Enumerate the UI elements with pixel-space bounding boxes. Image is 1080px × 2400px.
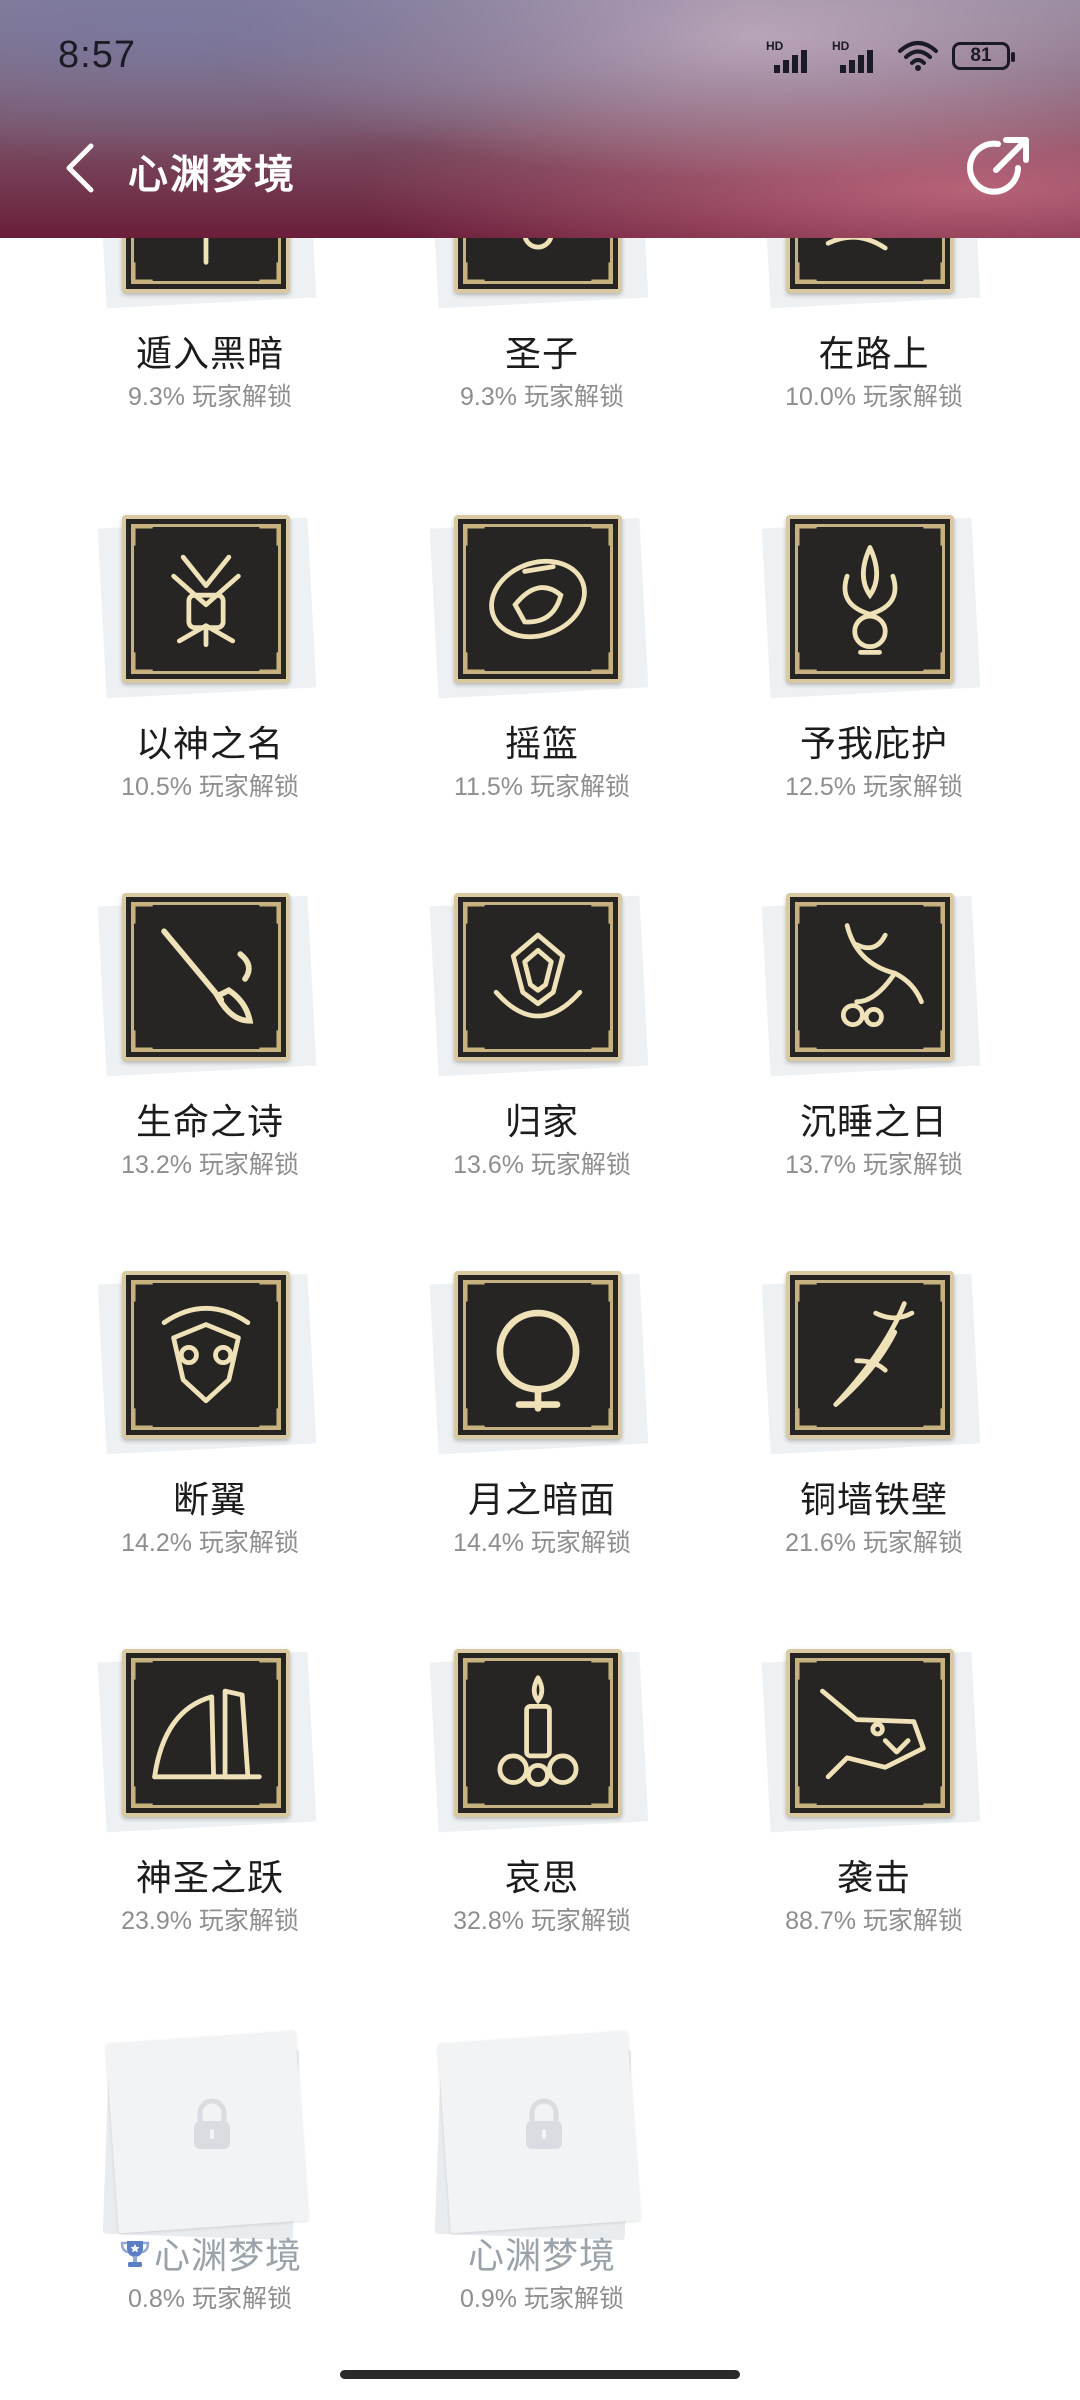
achievement-badge <box>761 893 984 1077</box>
wifi-icon <box>898 41 938 71</box>
achievement-name: 以神之名 <box>135 723 284 764</box>
share-icon <box>967 137 1029 195</box>
achievement-card-locked[interactable]: 心渊梦境 0.9% 玩家解锁 <box>432 2027 652 2327</box>
achievement-name: 予我庇护 <box>799 723 948 764</box>
achievement-card[interactable]: 归家 13.6% 玩家解锁 <box>429 893 652 1193</box>
achievement-unlock-rate: 11.5% 玩家解锁 <box>454 773 630 801</box>
fist-icon <box>122 515 290 683</box>
achievement-card[interactable]: 沉睡之日 13.7% 玩家解锁 <box>761 893 984 1193</box>
achievement-name: 袭击 <box>836 1857 911 1898</box>
achievement-unlock-rate: 88.7% 玩家解锁 <box>785 1907 963 1935</box>
achievement-unlock-rate: 13.7% 玩家解锁 <box>785 1151 963 1179</box>
blade-icon <box>786 1271 954 1439</box>
achievement-badge <box>97 893 320 1077</box>
achievement-name: 归家 <box>504 1101 579 1142</box>
achievement-unlock-rate: 14.2% 玩家解锁 <box>121 1529 299 1557</box>
achievement-unlock-rate: 9.3% 玩家解锁 <box>128 383 292 411</box>
achievement-unlock-rate: 9.3% 玩家解锁 <box>460 383 624 411</box>
app-header: 8:57 HD HD 81 心渊梦境 <box>0 0 1080 238</box>
moon-ring-icon <box>454 1271 622 1439</box>
signal-icon: HD <box>832 39 884 73</box>
home-indicator[interactable] <box>340 2370 740 2379</box>
achievement-badge <box>429 515 652 699</box>
signal-icon: HD <box>766 39 818 73</box>
cradle-icon <box>454 515 622 683</box>
achievement-name: 心渊梦境 <box>467 2235 616 2276</box>
achievement-unlock-rate: 23.9% 玩家解锁 <box>121 1907 299 1935</box>
status-icons: HD HD 81 <box>766 38 1015 74</box>
achievement-unlock-rate: 21.6% 玩家解锁 <box>785 1529 963 1557</box>
achievement-unlock-rate: 32.8% 玩家解锁 <box>453 1907 631 1935</box>
achievement-name: 遁入黑暗 <box>135 333 284 374</box>
achievement-name: 圣子 <box>504 333 579 374</box>
achievement-card-locked[interactable]: 心渊梦境 0.8% 玩家解锁 <box>100 2027 320 2327</box>
achievement-badge <box>761 515 984 699</box>
trophy-icon <box>120 2241 150 2267</box>
lock-icon <box>194 2098 230 2149</box>
lock-icon <box>526 2098 562 2149</box>
status-bar: 8:57 HD HD 81 <box>0 0 1080 110</box>
achievement-name: 沉睡之日 <box>799 1101 948 1142</box>
achievement-badge <box>97 1649 320 1833</box>
battery-level: 81 <box>970 45 992 66</box>
achievement-badge <box>97 1271 320 1455</box>
achievement-card[interactable]: 铜墙铁壁 21.6% 玩家解锁 <box>761 1271 984 1571</box>
crest-icon <box>454 893 622 1061</box>
achievement-name: 摇篮 <box>504 723 579 764</box>
achievement-badge-locked <box>432 2027 652 2241</box>
achievement-unlock-rate: 10.5% 玩家解锁 <box>121 773 299 801</box>
bird-icon <box>786 893 954 1061</box>
page-title: 心渊梦境 <box>128 153 296 197</box>
achievement-card[interactable]: 予我庇护 12.5% 玩家解锁 <box>761 515 984 815</box>
achievement-unlock-rate: 13.2% 玩家解锁 <box>121 1151 299 1179</box>
achievement-name: 月之暗面 <box>467 1479 616 1520</box>
achievement-unlock-rate: 13.6% 玩家解锁 <box>453 1151 631 1179</box>
achievement-card[interactable]: 哀思 32.8% 玩家解锁 <box>429 1649 652 1949</box>
achievement-card[interactable]: 袭击 88.7% 玩家解锁 <box>761 1649 984 1949</box>
achievement-card[interactable]: 断翼 14.2% 玩家解锁 <box>97 1271 320 1571</box>
achievement-name: 铜墙铁壁 <box>799 1479 948 1520</box>
achievement-card[interactable]: 月之暗面 14.4% 玩家解锁 <box>429 1271 652 1571</box>
achievement-name: 神圣之跃 <box>135 1857 284 1898</box>
achievement-name: 心渊梦境 <box>80 2227 340 2279</box>
broken-wing-icon <box>122 1271 290 1439</box>
achievement-card[interactable]: 生命之诗 13.2% 玩家解锁 <box>97 893 320 1193</box>
candle-icon <box>454 1649 622 1817</box>
status-time: 8:57 <box>58 34 136 76</box>
share-button[interactable] <box>960 130 1036 206</box>
achievement-card[interactable]: 神圣之跃 23.9% 玩家解锁 <box>97 1649 320 1949</box>
battery-icon: 81 <box>952 42 1015 70</box>
achievement-unlock-rate: 10.0% 玩家解锁 <box>785 383 963 411</box>
achievement-badge <box>97 515 320 699</box>
chevron-left-icon <box>66 143 94 193</box>
achievement-badge <box>429 893 652 1077</box>
achievement-unlock-rate: 14.4% 玩家解锁 <box>453 1529 631 1557</box>
achievement-badge-locked <box>100 2027 320 2241</box>
achievement-unlock-rate: 0.9% 玩家解锁 <box>460 2285 624 2313</box>
achievement-name: 在路上 <box>818 333 930 374</box>
achievement-name: 哀思 <box>504 1857 579 1898</box>
achievement-unlock-rate: 12.5% 玩家解锁 <box>785 773 963 801</box>
achievement-badge <box>761 1271 984 1455</box>
achievement-name: 断翼 <box>172 1479 247 1520</box>
achievement-badge <box>761 1649 984 1833</box>
achievement-card[interactable]: 摇篮 11.5% 玩家解锁 <box>429 515 652 815</box>
nav-bar: 心渊梦境 <box>0 120 1080 220</box>
achievement-badge <box>429 1271 652 1455</box>
cliff-icon <box>122 1649 290 1817</box>
back-button[interactable] <box>52 138 108 198</box>
achievement-name: 生命之诗 <box>135 1101 284 1142</box>
spirit-icon <box>786 515 954 683</box>
achievement-grid: 遁入黑暗 9.3% 玩家解锁 圣子 9.3% 玩家解锁 在路上 10.0% 玩家… <box>0 0 1080 2400</box>
achievement-unlock-rate: 0.8% 玩家解锁 <box>128 2285 292 2313</box>
achievement-badge <box>429 1649 652 1833</box>
brush-icon <box>122 893 290 1061</box>
achievement-card[interactable]: 以神之名 10.5% 玩家解锁 <box>97 515 320 815</box>
beast-head-icon <box>786 1649 954 1817</box>
achievement-page: 遁入黑暗 9.3% 玩家解锁 圣子 9.3% 玩家解锁 在路上 10.0% 玩家… <box>0 0 1080 2400</box>
